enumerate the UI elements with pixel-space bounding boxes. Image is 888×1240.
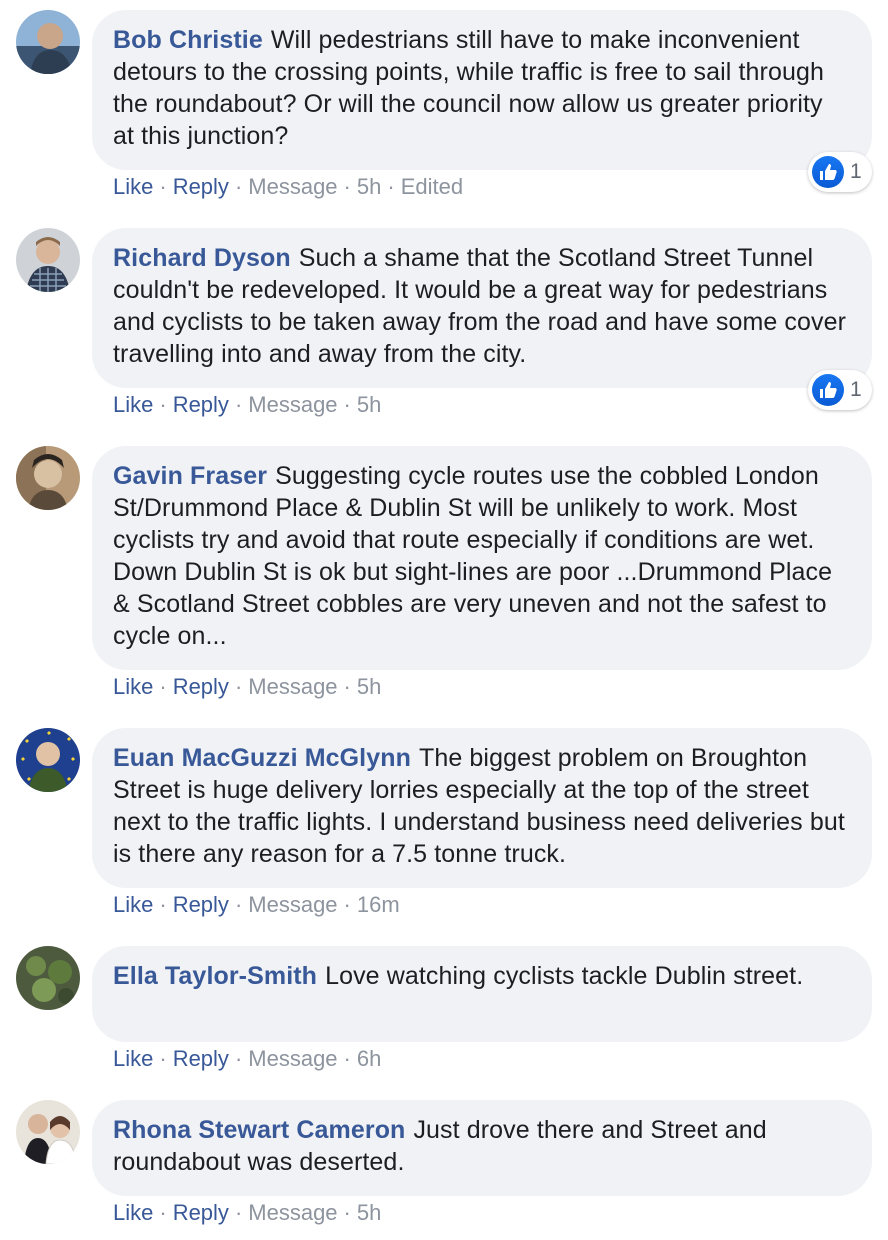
timestamp[interactable]: 16m [357, 892, 400, 917]
comment-bubble: Bob Christie Will pedestrians still have … [92, 10, 872, 170]
reaction-count[interactable]: 1 [808, 370, 872, 410]
separator: · [343, 392, 351, 417]
comment-actions: Like · Reply · Message · 5h [113, 391, 381, 419]
separator: · [234, 674, 243, 699]
message-link[interactable]: Message [248, 1046, 337, 1071]
timestamp[interactable]: 5h [357, 674, 381, 699]
avatar[interactable] [16, 728, 80, 792]
comment-bubble: Gavin Fraser Suggesting cycle routes use … [92, 446, 872, 670]
avatar[interactable] [16, 1100, 80, 1164]
timestamp[interactable]: 6h [357, 1046, 381, 1071]
like-link[interactable]: Like [113, 392, 153, 417]
like-link[interactable]: Like [113, 674, 153, 699]
separator: · [234, 174, 243, 199]
separator: · [159, 392, 167, 417]
avatar[interactable] [16, 228, 80, 292]
separator: · [234, 392, 243, 417]
separator: · [159, 1200, 167, 1225]
timestamp[interactable]: 5h [357, 1200, 381, 1225]
like-link[interactable]: Like [113, 1200, 153, 1225]
separator: · [234, 1200, 243, 1225]
avatar[interactable] [16, 946, 80, 1010]
author-name[interactable]: Gavin Fraser [113, 462, 267, 490]
comment-actions: Like · Reply · Message · 5h [113, 673, 381, 701]
reaction-count[interactable]: 1 [808, 152, 872, 192]
separator: · [343, 1046, 351, 1071]
separator: · [159, 1046, 167, 1071]
edited-label[interactable]: Edited [401, 174, 463, 199]
like-link[interactable]: Like [113, 174, 153, 199]
reaction-number: 1 [850, 378, 862, 401]
comment-bubble: Richard Dyson Such a shame that the Scotl… [92, 228, 872, 388]
reply-link[interactable]: Reply [173, 392, 229, 417]
separator: · [234, 1046, 243, 1071]
separator: · [343, 174, 351, 199]
author-name[interactable]: Richard Dyson [113, 244, 291, 272]
comment-bubble: Euan MacGuzzi McGlynn The biggest problem… [92, 728, 872, 888]
comment-bubble: Rhona Stewart Cameron Just drove there an… [92, 1100, 872, 1196]
reply-link[interactable]: Reply [173, 892, 229, 917]
separator: · [234, 892, 243, 917]
comment-text: Suggesting cycle routes use the cobbled … [113, 462, 833, 650]
author-name[interactable]: Rhona Stewart Cameron [113, 1116, 405, 1144]
message-link[interactable]: Message [248, 1200, 337, 1225]
like-thumbs-up-icon [812, 374, 844, 406]
avatar[interactable] [16, 446, 80, 510]
reaction-number: 1 [850, 160, 862, 183]
author-name[interactable]: Bob Christie [113, 26, 263, 54]
comment-actions: Like · Reply · Message · 5h · Edited [113, 173, 463, 201]
message-link[interactable]: Message [248, 174, 337, 199]
author-name[interactable]: Ella Taylor-Smith [113, 962, 317, 990]
reply-link[interactable]: Reply [173, 674, 229, 699]
separator: · [159, 892, 167, 917]
comment-text: Love watching cyclists tackle Dublin str… [325, 962, 804, 990]
separator: · [159, 174, 167, 199]
like-thumbs-up-icon [812, 156, 844, 188]
reply-link[interactable]: Reply [173, 1200, 229, 1225]
avatar[interactable] [16, 10, 80, 74]
timestamp[interactable]: 5h [357, 392, 381, 417]
reply-link[interactable]: Reply [173, 1046, 229, 1071]
separator: · [343, 892, 351, 917]
separator: · [343, 1200, 351, 1225]
separator: · [387, 174, 395, 199]
comment-actions: Like · Reply · Message · 16m [113, 891, 400, 919]
like-link[interactable]: Like [113, 892, 153, 917]
timestamp[interactable]: 5h [357, 174, 381, 199]
separator: · [343, 674, 351, 699]
like-link[interactable]: Like [113, 1046, 153, 1071]
author-name[interactable]: Euan MacGuzzi McGlynn [113, 744, 411, 772]
comment-actions: Like · Reply · Message · 6h [113, 1045, 381, 1073]
comment-bubble: Ella Taylor-Smith Love watching cyclists … [92, 946, 872, 1042]
message-link[interactable]: Message [248, 392, 337, 417]
separator: · [159, 674, 167, 699]
comment-actions: Like · Reply · Message · 5h [113, 1199, 381, 1227]
message-link[interactable]: Message [248, 674, 337, 699]
reply-link[interactable]: Reply [173, 174, 229, 199]
message-link[interactable]: Message [248, 892, 337, 917]
